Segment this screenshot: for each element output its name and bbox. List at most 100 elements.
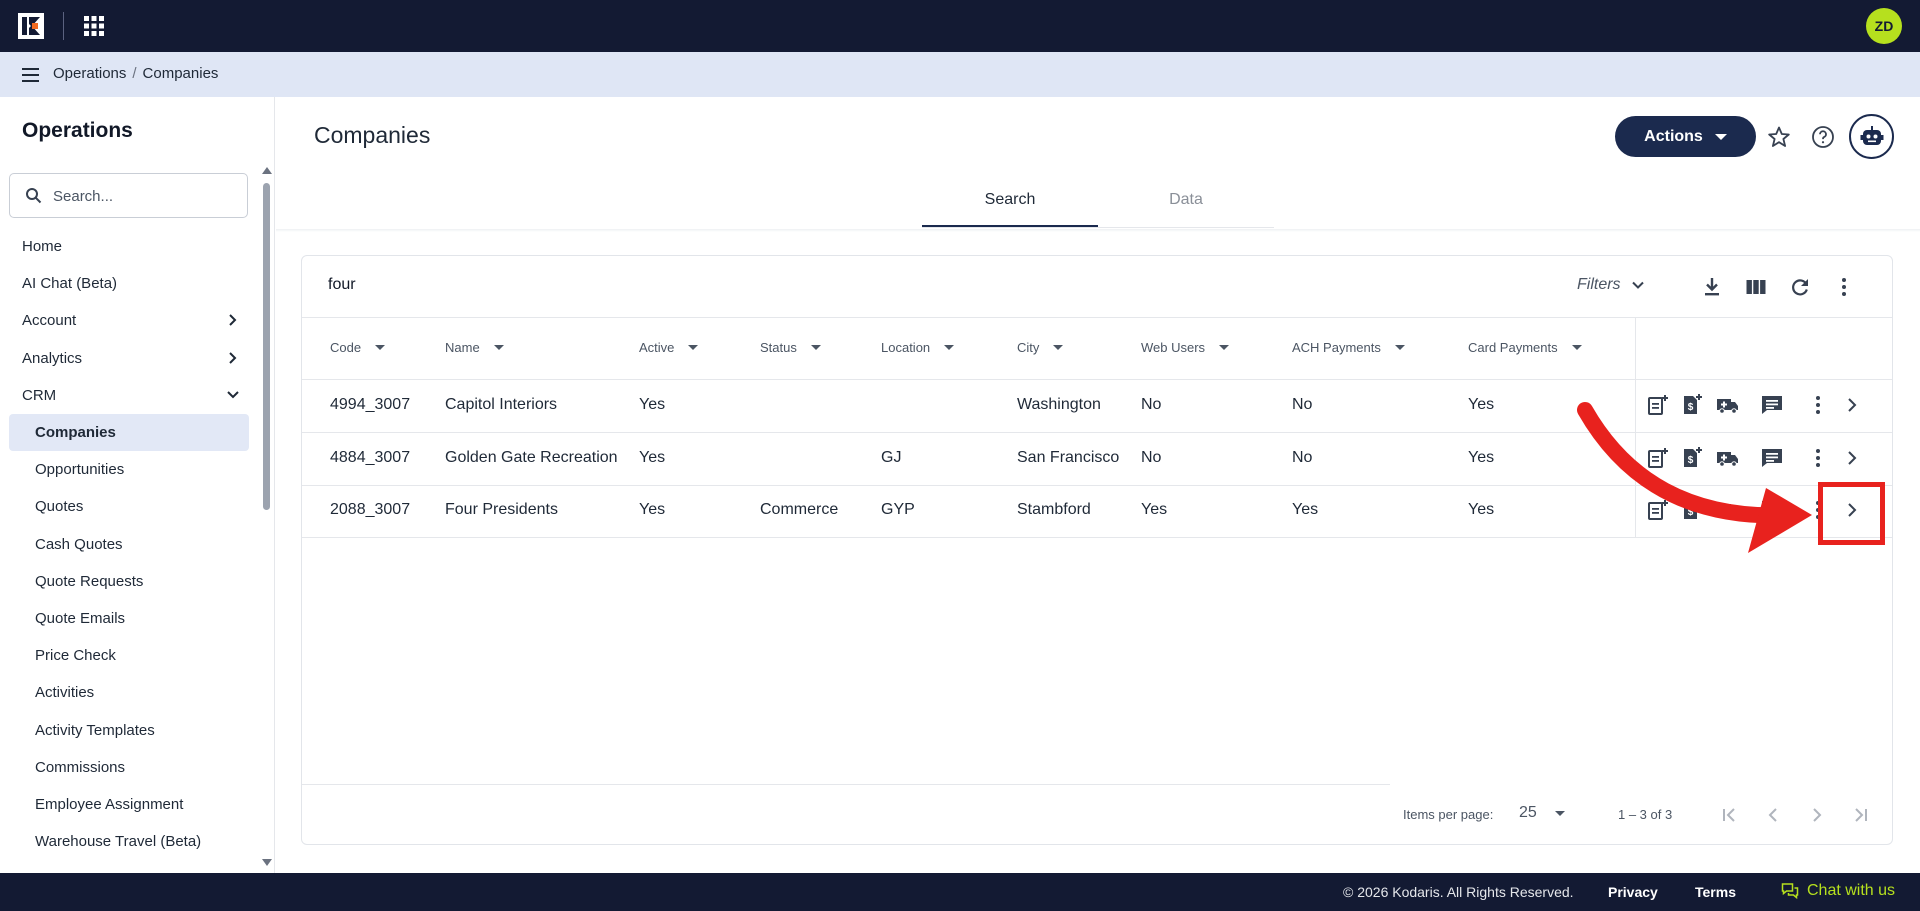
sidebar-item-opportunities[interactable]: Opportunities — [0, 451, 260, 488]
chat-with-us-button[interactable]: Chat with us — [1781, 882, 1895, 900]
more-vertical-icon[interactable] — [1832, 275, 1856, 299]
sort-caret-icon — [1571, 345, 1582, 350]
sidebar-item-cash-quotes[interactable]: Cash Quotes — [0, 526, 260, 563]
columns-icon[interactable] — [1744, 275, 1768, 299]
sidebar-item-quotes[interactable]: Quotes — [0, 488, 260, 525]
ai-assistant-button[interactable] — [1849, 114, 1894, 159]
apps-grid-icon[interactable] — [83, 15, 105, 37]
hamburger-menu-icon[interactable] — [20, 64, 42, 86]
chevron-right-icon — [229, 351, 237, 364]
column-header-card-payments[interactable]: Card Payments — [1468, 340, 1582, 355]
filters-button[interactable]: Filters — [1577, 276, 1645, 294]
column-header-label: Web Users — [1141, 340, 1206, 355]
scroll-down-arrow-icon[interactable] — [262, 859, 272, 866]
scroll-up-arrow-icon[interactable] — [262, 167, 272, 174]
column-header-location[interactable]: Location — [881, 340, 955, 355]
first-page-icon[interactable] — [1717, 803, 1741, 827]
sidebar-item-quote-emails[interactable]: Quote Emails — [0, 600, 260, 637]
scrollbar-thumb[interactable] — [263, 183, 270, 510]
sidebar-item-label: AI Chat (Beta) — [22, 275, 118, 293]
column-header-label: Code — [330, 340, 362, 355]
sidebar-search-input[interactable] — [53, 184, 238, 208]
kodaris-logo[interactable] — [18, 13, 44, 39]
sidebar-scrollbar[interactable] — [260, 167, 272, 867]
table-cell: No — [1292, 449, 1313, 466]
column-header-name[interactable]: Name — [445, 340, 504, 355]
footer-privacy-link[interactable]: Privacy — [1608, 884, 1658, 900]
add-note-icon[interactable] — [1646, 498, 1670, 522]
star-icon[interactable] — [1767, 125, 1791, 149]
sidebar-item-ai-chat-beta[interactable]: AI Chat (Beta) — [0, 265, 260, 302]
footer-terms-link[interactable]: Terms — [1695, 884, 1736, 900]
sidebar-item-employee-assignment[interactable]: Employee Assignment — [0, 786, 260, 823]
comment-icon[interactable] — [1760, 498, 1784, 522]
sidebar-item-quote-requests[interactable]: Quote Requests — [0, 563, 260, 600]
table-cell: 4884_3007 — [330, 449, 411, 466]
shipping-truck-icon[interactable] — [1716, 393, 1740, 417]
column-header-code[interactable]: Code — [330, 340, 386, 355]
column-header-active[interactable]: Active — [639, 340, 699, 355]
user-avatar[interactable]: ZD — [1866, 8, 1902, 44]
sidebar-item-label: Activities — [35, 684, 95, 702]
sidebar-item-price-check[interactable]: Price Check — [0, 637, 260, 674]
sidebar-item-label: Employee Assignment — [35, 795, 184, 813]
tab-search[interactable]: Search — [922, 187, 1098, 227]
previous-page-icon[interactable] — [1761, 803, 1785, 827]
add-invoice-icon[interactable]: $ — [1680, 498, 1704, 522]
sidebar-item-commissions[interactable]: Commissions — [0, 749, 260, 786]
header-divider — [276, 229, 1920, 232]
sidebar-item-account[interactable]: Account — [0, 302, 260, 339]
filters-label: Filters — [1577, 276, 1621, 293]
sidebar-item-home[interactable]: Home — [0, 228, 260, 265]
sidebar-item-label: Quote Emails — [35, 609, 126, 627]
caret-down-icon — [1714, 133, 1727, 140]
table-header-border — [302, 379, 1892, 380]
breadcrumb-operations[interactable]: Operations — [53, 65, 126, 82]
shipping-truck-icon[interactable] — [1716, 446, 1740, 470]
search-query-input[interactable]: four — [328, 276, 356, 294]
sidebar-item-label: Quotes — [35, 498, 84, 516]
actions-button[interactable]: Actions — [1615, 116, 1756, 157]
page-size-value: 25 — [1519, 804, 1537, 821]
sidebar-item-analytics[interactable]: Analytics — [0, 340, 260, 377]
add-invoice-icon[interactable]: $ — [1680, 393, 1704, 417]
add-note-icon[interactable] — [1646, 393, 1670, 417]
open-row-chevron-icon[interactable] — [1840, 393, 1864, 417]
sidebar-item-warehouse-travel-beta[interactable]: Warehouse Travel (Beta) — [0, 823, 260, 860]
add-note-icon[interactable] — [1646, 446, 1670, 470]
breadcrumb-companies: Companies — [142, 65, 219, 82]
sidebar-item-activity-templates[interactable]: Activity Templates — [0, 711, 260, 748]
chevron-down-icon — [227, 391, 239, 399]
column-header-status[interactable]: Status — [760, 340, 821, 355]
sort-caret-icon — [810, 345, 821, 350]
add-invoice-icon[interactable]: $ — [1680, 446, 1704, 470]
more-vertical-icon[interactable] — [1806, 446, 1830, 470]
comment-icon[interactable] — [1760, 446, 1784, 470]
help-icon[interactable] — [1811, 125, 1835, 149]
open-row-chevron-icon[interactable] — [1840, 446, 1864, 470]
sidebar-item-companies[interactable]: Companies — [9, 413, 249, 452]
sidebar-item-label: Home — [22, 238, 63, 256]
comment-icon[interactable] — [1760, 393, 1784, 417]
table-cell: GYP — [881, 501, 915, 518]
robot-icon — [1860, 125, 1883, 145]
sidebar-item-activities[interactable]: Activities — [0, 674, 260, 711]
sidebar-item-crm[interactable]: CRM — [0, 377, 260, 414]
column-header-ach-payments[interactable]: ACH Payments — [1292, 340, 1405, 355]
column-header-city[interactable]: City — [1017, 340, 1064, 355]
next-page-icon[interactable] — [1805, 803, 1829, 827]
table-cell: No — [1292, 396, 1313, 413]
footer: © 2026 Kodaris. All Rights Reserved. Pri… — [0, 873, 1920, 911]
tab-data[interactable]: Data — [1098, 187, 1274, 227]
shipping-truck-icon[interactable] — [1716, 498, 1740, 522]
sort-caret-icon — [1053, 345, 1064, 350]
table-cell: Yes — [1468, 449, 1495, 466]
download-icon[interactable] — [1700, 275, 1724, 299]
more-vertical-icon[interactable] — [1806, 393, 1830, 417]
pagination-range: 1 – 3 of 3 — [1618, 807, 1673, 822]
page-size-select[interactable]: 25 — [1519, 804, 1565, 822]
refresh-icon[interactable] — [1788, 275, 1812, 299]
table-cell: San Francisco — [1017, 449, 1120, 466]
column-header-web-users[interactable]: Web Users — [1141, 340, 1230, 355]
last-page-icon[interactable] — [1849, 803, 1873, 827]
